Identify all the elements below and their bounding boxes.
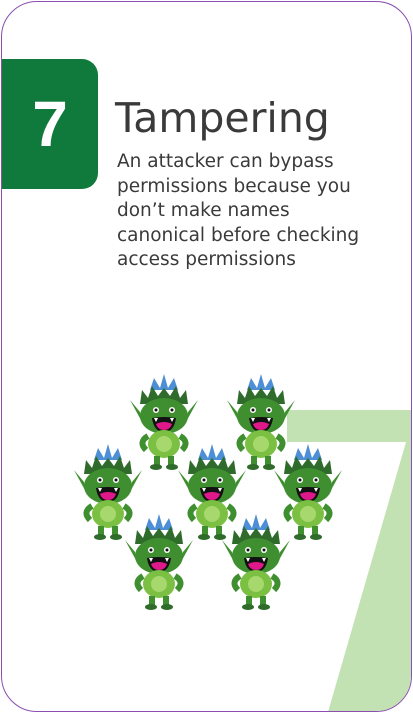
monster-5 [274, 444, 342, 540]
monster-7 [222, 514, 290, 610]
monster-3 [74, 444, 142, 540]
monster-1 [130, 374, 198, 470]
monster-4 [178, 444, 246, 540]
monster-illustration [2, 2, 412, 712]
monster-6 [125, 514, 193, 610]
threat-card: 7 Tampering An attacker can bypass permi… [1, 1, 412, 712]
monster-2 [227, 374, 295, 470]
